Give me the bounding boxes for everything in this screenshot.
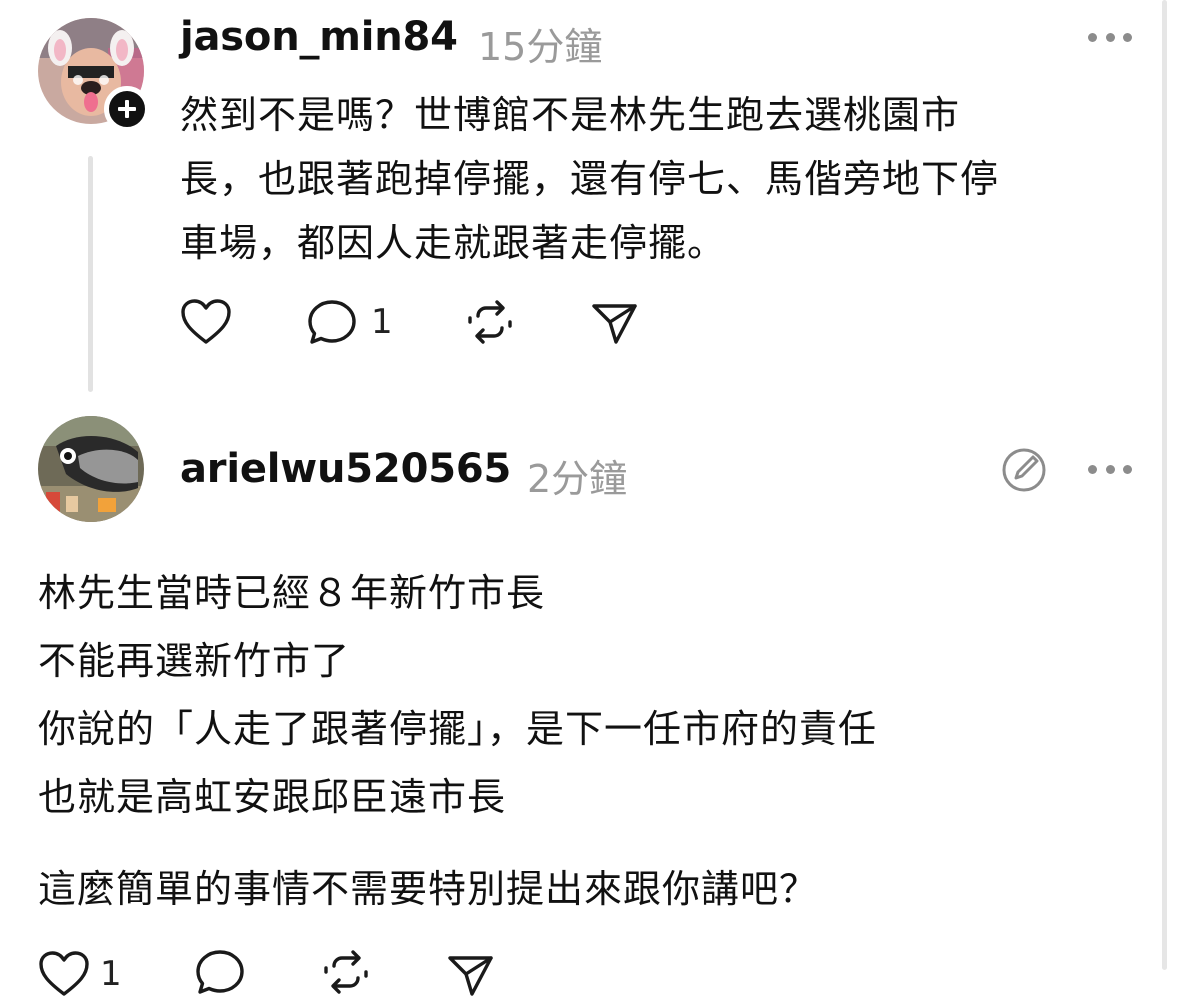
- edit-icon[interactable]: [1000, 446, 1048, 494]
- timestamp: 15分鐘: [478, 25, 603, 69]
- reply-count: 1: [371, 302, 393, 342]
- post-text-line: 長，也跟著跑掉停擺，還有停七、馬偕旁地下停: [180, 157, 1000, 201]
- username[interactable]: arielwu520565: [180, 446, 511, 492]
- more-options-icon[interactable]: [1088, 30, 1132, 44]
- timestamp: 2分鐘: [527, 457, 628, 501]
- repost-icon[interactable]: [320, 946, 372, 998]
- thread-line: [88, 156, 93, 392]
- fish-avatar-icon: [38, 416, 144, 522]
- follow-button[interactable]: [104, 86, 150, 132]
- heart-icon[interactable]: [38, 950, 90, 998]
- share-icon[interactable]: [590, 298, 640, 346]
- post-text-line: 你說的「人走了跟著停擺」，是下一任市府的責任: [38, 707, 878, 751]
- repost-icon[interactable]: [464, 296, 516, 348]
- post-text-line: 這麼簡單的事情不需要特別提出來跟你講吧？: [38, 867, 819, 911]
- like-count: 1: [100, 954, 122, 994]
- username[interactable]: jason_min84: [180, 14, 458, 60]
- comment-icon[interactable]: [306, 298, 360, 348]
- comment-icon[interactable]: [194, 948, 248, 998]
- post-text-line: 林先生當時已經８年新竹市長: [38, 571, 546, 615]
- avatar[interactable]: [38, 416, 144, 522]
- plus-icon: [118, 100, 136, 118]
- post-text-line: 車場，都因人走就跟著走停擺。: [180, 221, 727, 265]
- heart-icon[interactable]: [180, 298, 232, 346]
- more-options-icon[interactable]: [1088, 462, 1132, 476]
- post-text-line: 然到不是嗎？世博館不是林先生跑去選桃園市: [180, 93, 961, 137]
- scrollbar[interactable]: [1162, 0, 1167, 970]
- post-text-line: 也就是高虹安跟邱臣遠市長: [38, 775, 507, 819]
- post-text-line: 不能再選新竹市了: [38, 639, 351, 683]
- share-icon[interactable]: [446, 950, 496, 998]
